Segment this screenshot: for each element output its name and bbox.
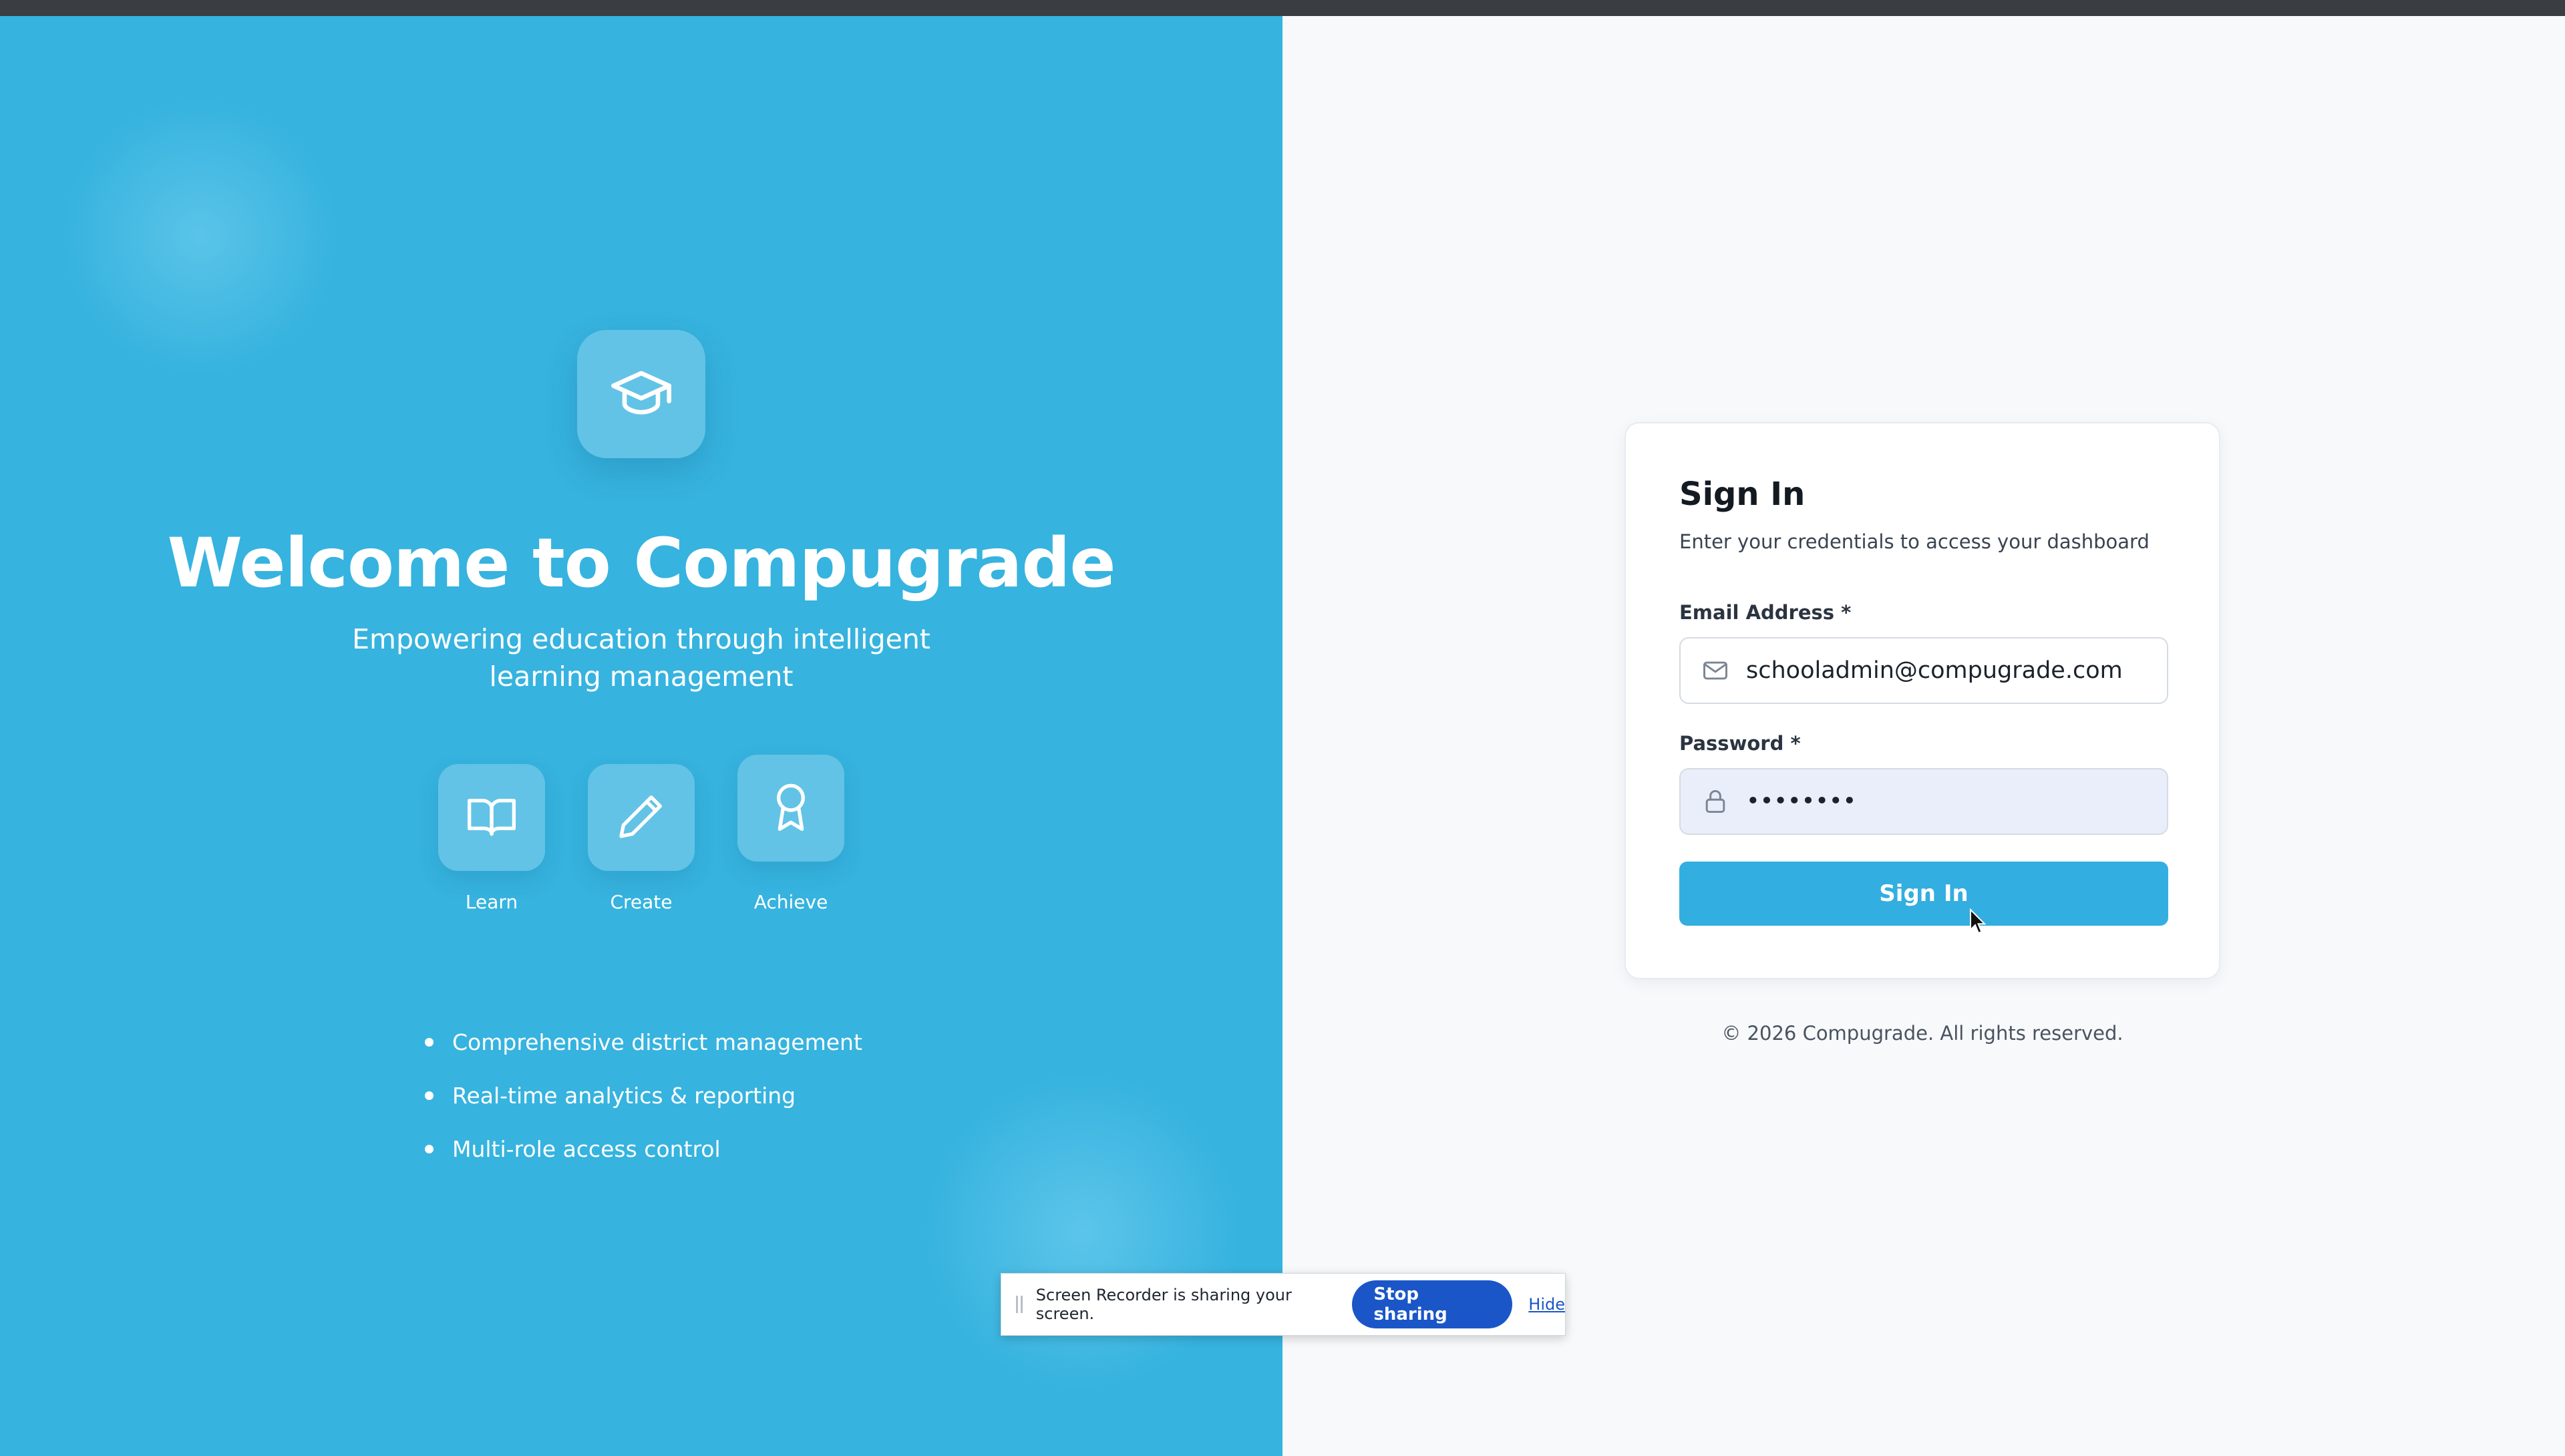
email-field[interactable]: schooladmin@compugrade.com xyxy=(1679,637,2168,704)
screen-share-notification-bar: Screen Recorder is sharing your screen. … xyxy=(1001,1273,1566,1336)
tagline-line: Empowering education through intelligent xyxy=(352,623,930,655)
feature-label: Learn xyxy=(465,891,518,913)
stop-sharing-button[interactable]: Stop sharing xyxy=(1352,1280,1513,1328)
hero-panel: Welcome to Compugrade Empowering educati… xyxy=(0,16,1282,1456)
logo xyxy=(577,330,705,458)
email-value: schooladmin@compugrade.com xyxy=(1746,657,2123,684)
copyright-text: © 2026 Compugrade. All rights reserved. xyxy=(1721,1022,2123,1045)
email-label: Email Address * xyxy=(1679,601,1852,624)
browser-top-bar xyxy=(0,0,2565,16)
feature-box xyxy=(737,755,844,862)
feature-label: Achieve xyxy=(753,891,828,913)
hide-link[interactable]: Hide xyxy=(1528,1295,1565,1314)
decorative-blob xyxy=(922,1071,1242,1392)
decorative-blob xyxy=(60,96,341,377)
bullet-text: Multi-role access control xyxy=(452,1135,721,1162)
sign-in-card: Sign In Enter your credentials to access… xyxy=(1624,422,2220,979)
bullet-text: Comprehensive district management xyxy=(452,1029,862,1055)
password-value: •••••••• xyxy=(1746,788,1857,815)
password-field[interactable]: •••••••• xyxy=(1679,768,2168,835)
share-message: Screen Recorder is sharing your screen. xyxy=(1035,1286,1292,1323)
feature-label: Create xyxy=(610,891,673,913)
bullet-dot xyxy=(425,1144,434,1153)
bullet-text: Real-time analytics & reporting xyxy=(452,1082,796,1109)
tagline: Empowering education through intelligent… xyxy=(334,620,949,695)
feature-achieve: Achieve xyxy=(711,755,871,913)
pencil-icon xyxy=(615,789,668,846)
sign-in-subtitle: Enter your credentials to access your da… xyxy=(1679,530,2150,553)
password-label: Password * xyxy=(1679,732,1801,755)
lock-icon xyxy=(1701,787,1730,816)
list-item: Comprehensive district management xyxy=(425,1015,862,1069)
welcome-title: Welcome to Compugrade xyxy=(167,524,1116,603)
mail-icon xyxy=(1701,656,1730,685)
drag-handle-icon[interactable] xyxy=(1016,1296,1023,1313)
book-icon xyxy=(465,789,518,846)
feature-learn: Learn xyxy=(411,764,572,913)
list-item: Multi-role access control xyxy=(425,1122,862,1175)
feature-create: Create xyxy=(561,764,721,913)
bullet-dot xyxy=(425,1037,434,1047)
feature-bullet-list: Comprehensive district management Real-t… xyxy=(425,1015,862,1175)
feature-box xyxy=(588,764,695,871)
award-icon xyxy=(764,780,818,836)
feature-box xyxy=(438,764,545,871)
mouse-cursor-icon xyxy=(1969,908,1988,938)
graduation-cap-icon xyxy=(608,359,675,429)
list-item: Real-time analytics & reporting xyxy=(425,1069,862,1122)
sign-in-button[interactable]: Sign In xyxy=(1679,862,2168,926)
tagline-line: learning management xyxy=(489,661,794,693)
bullet-dot xyxy=(425,1091,434,1100)
sign-in-title: Sign In xyxy=(1679,476,1806,513)
